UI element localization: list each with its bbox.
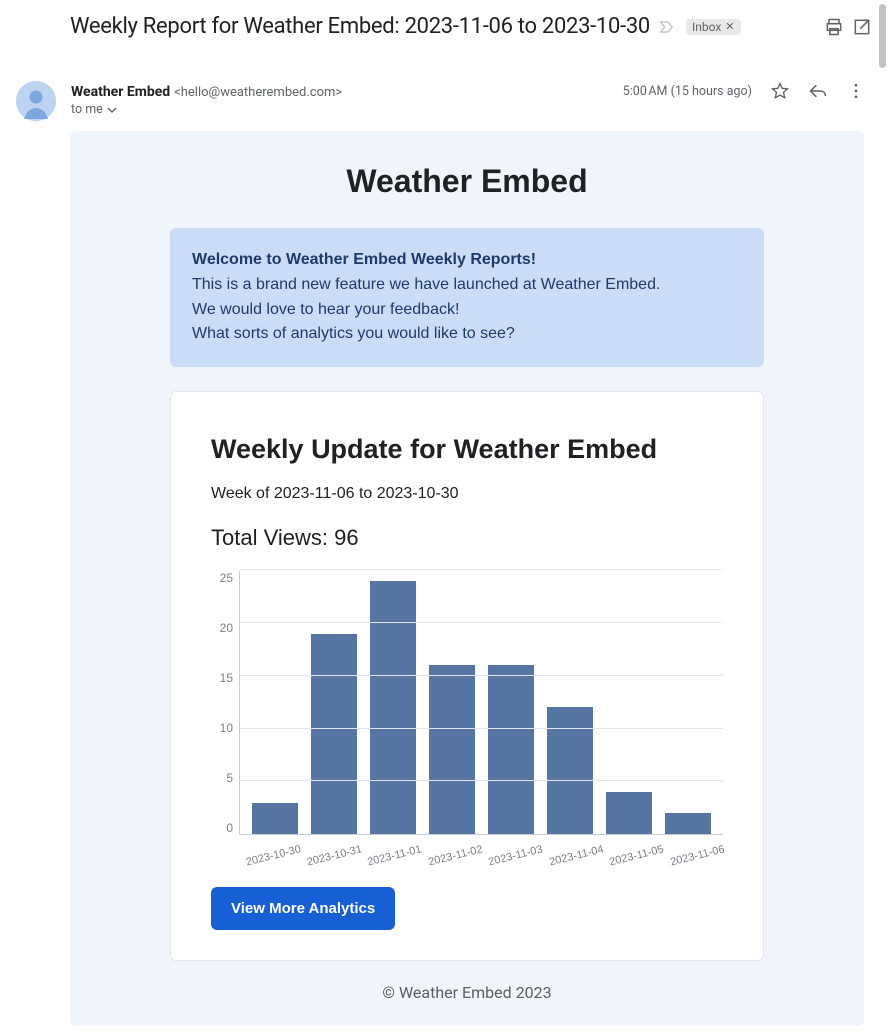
gridline [240,780,723,781]
bar-column [540,707,599,834]
y-tick: 15 [211,671,233,685]
chevron-down-icon [107,105,117,115]
sender-name: Weather Embed [71,84,170,100]
footer-text: © Weather Embed 2023 [70,961,864,1002]
welcome-title: Welcome to Weather Embed Weekly Reports! [192,248,742,273]
bar-column [305,634,364,835]
bar [665,813,711,834]
y-tick: 5 [211,771,233,785]
gridline [240,675,723,676]
sender-email: <hello@weatherembed.com> [174,85,342,100]
bar-column [364,581,423,834]
bar-column [658,813,717,834]
bar-column [599,792,658,834]
email-title: Weather Embed [70,159,864,228]
gridline [240,622,723,623]
bar [606,792,652,834]
bar-column [423,665,482,834]
x-tick: 2023-11-01 [362,835,426,869]
welcome-box: Welcome to Weather Embed Weekly Reports!… [170,228,764,367]
bar [488,665,534,834]
inbox-label-text: Inbox [692,20,721,34]
y-tick: 0 [211,821,233,835]
reply-icon[interactable] [808,81,828,101]
x-tick: 2023-10-30 [241,835,305,869]
scrollbar-thumb[interactable] [879,4,886,68]
date-range: Week of 2023-11-06 to 2023-10-30 [211,485,723,503]
email-body: Weather Embed Welcome to Weather Embed W… [70,131,864,1026]
open-in-new-window-icon[interactable] [852,17,872,37]
recipient-dropdown[interactable]: to me [71,102,608,117]
print-icon[interactable] [824,17,844,37]
close-icon[interactable]: ✕ [725,20,734,33]
bar [311,634,357,835]
star-icon[interactable] [770,81,790,101]
more-options-icon[interactable] [846,81,866,101]
bar-column [246,803,305,835]
y-tick: 20 [211,621,233,635]
x-tick: 2023-11-05 [604,835,668,869]
bar [429,665,475,834]
x-tick: 2023-11-06 [664,835,728,869]
view-more-analytics-button[interactable]: View More Analytics [211,887,395,930]
bar [370,581,416,834]
welcome-line1: This is a brand new feature we have laun… [192,273,742,298]
importance-marker-icon[interactable] [658,17,678,37]
x-tick: 2023-11-03 [483,835,547,869]
recipient-text: to me [71,102,103,117]
y-tick: 10 [211,721,233,735]
x-tick: 2023-11-02 [422,835,486,869]
x-tick: 2023-10-31 [301,835,365,869]
gridline [240,569,723,570]
views-chart: 25 20 15 10 5 0 [211,571,723,835]
y-tick: 25 [211,571,233,585]
bar [252,803,298,835]
x-tick: 2023-11-04 [543,835,607,869]
bar [547,707,593,834]
bar-column [482,665,541,834]
total-views: Total Views: 96 [211,525,723,551]
avatar[interactable] [16,81,56,121]
welcome-line2: We would love to hear your feedback! [192,298,742,323]
email-subject: Weekly Report for Weather Embed: 2023-11… [70,14,650,39]
report-card: Weekly Update for Weather Embed Week of … [170,391,764,961]
card-heading: Weekly Update for Weather Embed [211,434,723,465]
gridline [240,728,723,729]
timestamp: 5:00 AM (15 hours ago) [623,84,752,99]
welcome-line3: What sorts of analytics you would like t… [192,322,742,347]
inbox-label-chip[interactable]: Inbox ✕ [686,19,741,35]
